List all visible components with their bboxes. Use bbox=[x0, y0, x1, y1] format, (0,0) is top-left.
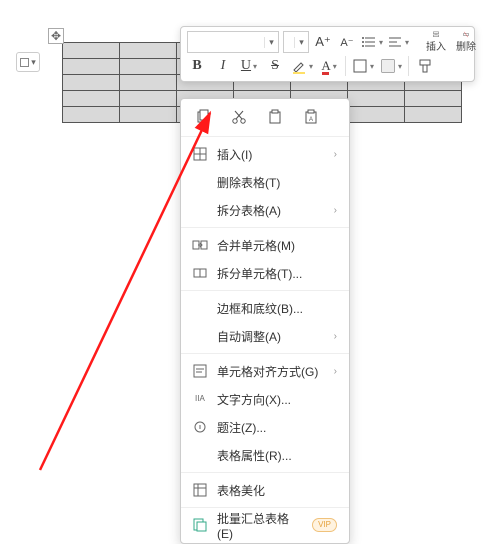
menu-item-cell-align[interactable]: 单元格对齐方式(G) › bbox=[181, 357, 349, 385]
menu-item-split-table[interactable]: 拆分表格(A) › bbox=[181, 196, 349, 224]
caption-icon bbox=[191, 418, 209, 436]
menu-item-caption[interactable]: 题注(Z)... bbox=[181, 413, 349, 441]
menu-item-table-beautify[interactable]: 表格美化 bbox=[181, 476, 349, 504]
chevron-down-icon: ▾ bbox=[294, 37, 308, 48]
underline-button[interactable]: U▾ bbox=[239, 55, 259, 77]
shading-button[interactable]: ▾ bbox=[380, 55, 402, 77]
copy-icon bbox=[195, 109, 211, 125]
merge-cells-icon bbox=[191, 236, 209, 254]
outline-toggle[interactable]: ▾ bbox=[16, 52, 40, 72]
batch-summary-icon bbox=[191, 516, 209, 534]
cell-align-icon bbox=[191, 362, 209, 380]
insert-row-icon bbox=[428, 31, 444, 38]
paste-special-button[interactable]: A bbox=[301, 107, 321, 127]
text-direction-icon: IIA bbox=[191, 390, 209, 408]
grow-font-button[interactable]: A⁺ bbox=[313, 31, 333, 53]
menu-item-text-direction[interactable]: IIA 文字方向(X)... bbox=[181, 385, 349, 413]
shrink-font-button[interactable]: A⁻ bbox=[337, 31, 357, 53]
align-icon bbox=[387, 34, 403, 50]
menu-item-batch-summary[interactable]: 批量汇总表格(E) VIP bbox=[181, 511, 349, 539]
copy-button[interactable] bbox=[193, 107, 213, 127]
font-size-select[interactable]: ▾ bbox=[283, 31, 309, 53]
menu-item-merge-cells[interactable]: 合并单元格(M) bbox=[181, 231, 349, 259]
svg-text:IIA: IIA bbox=[195, 394, 205, 403]
square-icon bbox=[20, 58, 29, 67]
brush-icon bbox=[417, 58, 433, 74]
borders-button[interactable]: ▾ bbox=[352, 55, 374, 77]
strike-button[interactable]: S bbox=[265, 55, 285, 77]
menu-item-table-props[interactable]: 表格属性(R)... bbox=[181, 441, 349, 469]
list-icon bbox=[361, 34, 377, 50]
beautify-icon bbox=[191, 481, 209, 499]
svg-text:A: A bbox=[309, 117, 313, 123]
borders-icon bbox=[352, 58, 368, 74]
menu-item-borders-shading[interactable]: 边框和底纹(B)... bbox=[181, 294, 349, 322]
chevron-right-icon: › bbox=[334, 149, 337, 160]
insert-label: 插入 bbox=[426, 38, 446, 53]
chevron-right-icon: › bbox=[334, 366, 337, 377]
paste-icon bbox=[267, 109, 283, 125]
insert-icon bbox=[191, 145, 209, 163]
menu-item-insert[interactable]: 插入(I) › bbox=[181, 140, 349, 168]
chevron-down-icon: ▾ bbox=[31, 57, 36, 68]
split-cells-icon bbox=[191, 264, 209, 282]
font-color-button[interactable]: A ▾ bbox=[319, 55, 339, 77]
chevron-right-icon: › bbox=[334, 331, 337, 342]
insert-big-button[interactable]: 插入 bbox=[421, 31, 451, 53]
highlight-icon bbox=[291, 58, 307, 74]
paste-button[interactable] bbox=[265, 107, 285, 127]
bullets-button[interactable]: ▾ bbox=[361, 31, 383, 53]
table-move-handle[interactable]: ✥ bbox=[48, 28, 64, 44]
separator bbox=[345, 56, 346, 76]
chevron-right-icon: › bbox=[334, 205, 337, 216]
font-color-swatch bbox=[322, 72, 329, 75]
italic-button[interactable]: I bbox=[213, 55, 233, 77]
table-context-menu: A 插入(I) › 删除表格(T) 拆分表格(A) › 合并单元格(M) 拆分单… bbox=[180, 98, 350, 544]
vip-badge: VIP bbox=[312, 518, 337, 532]
chevron-down-icon: ▾ bbox=[264, 37, 278, 48]
cut-button[interactable] bbox=[229, 107, 249, 127]
menu-item-delete-table[interactable]: 删除表格(T) bbox=[181, 168, 349, 196]
highlight-button[interactable]: ▾ bbox=[291, 55, 313, 77]
align-button[interactable]: ▾ bbox=[387, 31, 409, 53]
separator bbox=[408, 56, 409, 76]
menu-item-split-cells[interactable]: 拆分单元格(T)... bbox=[181, 259, 349, 287]
format-painter-button[interactable] bbox=[415, 55, 435, 77]
bold-button[interactable]: B bbox=[187, 55, 207, 77]
mini-toolbar: ▾ ▾ A⁺ A⁻ ▾ ▾ 插入 删 bbox=[180, 26, 475, 82]
menu-item-autofit[interactable]: 自动调整(A) › bbox=[181, 322, 349, 350]
delete-big-button[interactable]: 删除 bbox=[451, 31, 481, 53]
bucket-icon bbox=[380, 58, 396, 74]
delete-row-icon bbox=[458, 31, 474, 38]
paste-special-icon: A bbox=[303, 109, 319, 125]
delete-label: 删除 bbox=[456, 38, 476, 53]
font-name-select[interactable]: ▾ bbox=[187, 31, 279, 53]
cut-icon bbox=[231, 109, 247, 125]
